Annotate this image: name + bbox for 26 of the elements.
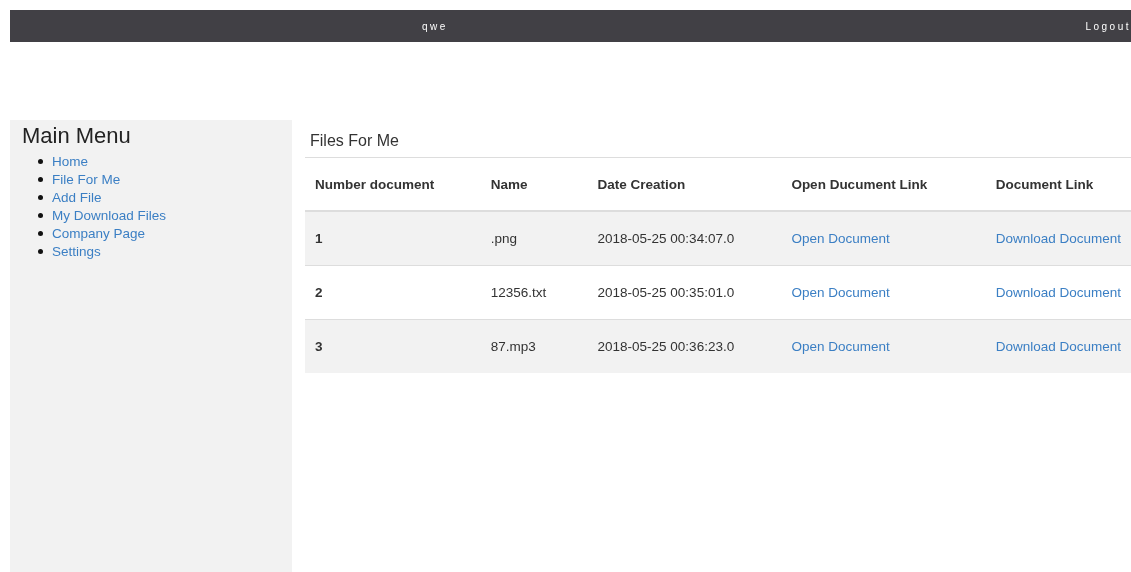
download-document-link[interactable]: Download Document <box>995 285 1121 300</box>
menu-link[interactable]: Settings <box>52 243 101 259</box>
bullet-icon <box>38 194 43 200</box>
table-cell: 1 <box>305 211 481 266</box>
table-cell: 2018-05-25 00:34:07.0 <box>587 211 782 266</box>
site-title: qwe <box>422 20 449 32</box>
table-cell: .png <box>480 211 588 266</box>
open-document-link[interactable]: Open Document <box>791 339 890 354</box>
menu-link[interactable]: Home <box>52 153 88 169</box>
bullet-icon <box>38 158 43 164</box>
menu-link[interactable]: Add File <box>52 189 102 205</box>
open-document-link[interactable]: Open Document <box>791 231 890 246</box>
section-title: Files For Me <box>305 120 1131 158</box>
bullet-icon <box>38 176 43 182</box>
menu-link[interactable]: Company Page <box>52 225 146 241</box>
menu-title: Main Menu <box>22 122 132 149</box>
table-cell: 87.mp3 <box>480 319 588 373</box>
logout-link[interactable]: Logout <box>1085 20 1131 32</box>
bullet-icon <box>38 230 43 236</box>
menu-link[interactable]: My Download Files <box>52 207 167 223</box>
open-document-link[interactable]: Open Document <box>791 285 890 300</box>
table-cell: 3 <box>305 319 481 373</box>
bullet-icon <box>38 248 43 254</box>
menu-link[interactable]: File For Me <box>52 171 121 187</box>
table-cell: 2018-05-25 00:36:23.0 <box>587 319 782 373</box>
bullet-icon <box>38 212 43 218</box>
